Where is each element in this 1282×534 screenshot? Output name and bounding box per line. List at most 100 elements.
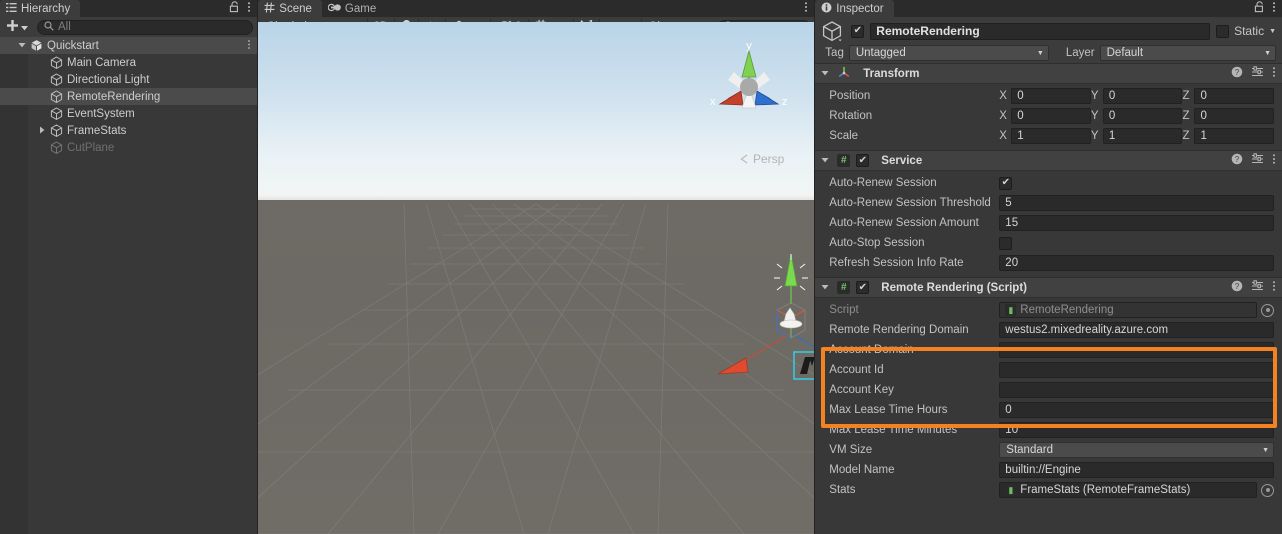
hierarchy-item-remoterendering[interactable]: RemoteRendering <box>0 88 258 105</box>
scene-panel: Scene Game y x z Persp <box>258 0 815 534</box>
auto-renew-session-threshold-input[interactable]: 5 <box>999 195 1275 211</box>
component-header-transform[interactable]: Transform? <box>815 63 1282 84</box>
scale-z-input[interactable]: 1 <box>1194 128 1275 144</box>
hierarchy-search-placeholder: All <box>58 21 71 33</box>
position-x-input[interactable]: 0 <box>1011 88 1091 104</box>
help-icon[interactable]: ? <box>1231 280 1243 295</box>
script-value: RemoteRendering <box>1020 304 1114 316</box>
perspective-mode-label[interactable]: Persp <box>740 152 784 166</box>
vm-size-value: Standard <box>1006 444 1053 456</box>
hierarchy-tabbar-actions <box>229 0 257 17</box>
more-menu-icon[interactable] <box>804 1 808 16</box>
hierarchy-item-framestats[interactable]: FrameStats <box>0 122 257 139</box>
create-object-button[interactable] <box>4 19 30 35</box>
property-label: Scale <box>829 130 859 142</box>
static-label: Static <box>1234 24 1265 38</box>
model-name-input[interactable]: builtin://Engine <box>999 462 1275 478</box>
hierarchy-item-quickstart[interactable]: Quickstart <box>0 37 258 54</box>
static-toggle-group[interactable]: ✔ Static ▼ <box>1216 24 1276 38</box>
rotation-x-input[interactable]: 0 <box>1011 108 1091 124</box>
help-icon[interactable]: ? <box>1231 66 1243 81</box>
component-menu-icon[interactable] <box>1272 66 1276 81</box>
stats-object-field[interactable]: ▮ FrameStats (RemoteFrameStats) <box>999 482 1258 498</box>
auto-stop-session-checkbox[interactable]: ✔ <box>999 236 1013 250</box>
tab-scene[interactable]: Scene <box>258 0 322 17</box>
hierarchy-item-cutplane[interactable]: CutPlane <box>0 139 257 156</box>
tab-hierarchy[interactable]: Hierarchy <box>0 0 81 17</box>
foldout-arrow[interactable] <box>821 156 831 166</box>
gamepad-icon <box>327 3 341 15</box>
account-domain-input[interactable] <box>999 342 1275 358</box>
position-z-input[interactable]: 0 <box>1194 88 1275 104</box>
foldout-arrow[interactable] <box>821 69 831 79</box>
svg-text:?: ? <box>1235 282 1240 291</box>
chevron-down-icon <box>21 20 28 34</box>
scene-context-menu-icon[interactable] <box>247 39 257 53</box>
axis-z-label: Z <box>1182 90 1190 102</box>
gameobject-active-checkbox[interactable]: ✔ <box>851 24 865 38</box>
foldout-arrow[interactable] <box>15 41 28 51</box>
auto-renew-session-checkbox[interactable]: ✔ <box>999 176 1013 190</box>
vm-size-dropdown[interactable]: Standard ▼ <box>999 442 1275 458</box>
scale-x-input[interactable]: 1 <box>1011 128 1091 144</box>
lock-icon[interactable] <box>1254 1 1265 16</box>
max-lease-time-minutes-input[interactable]: 10 <box>999 422 1275 438</box>
more-menu-icon[interactable] <box>1272 1 1276 16</box>
component-body: Auto-Renew Session ✔ Auto-Renew Session Th… <box>815 171 1282 277</box>
more-menu-icon <box>1273 154 1276 164</box>
scene-tabbar: Scene Game <box>258 0 815 17</box>
object-picker-icon[interactable] <box>1261 483 1275 497</box>
property-label: Max Lease Time Hours <box>829 404 948 416</box>
chevron-down-icon[interactable]: ▼ <box>1269 28 1276 35</box>
component-enabled-checkbox[interactable]: ✔ <box>856 281 870 294</box>
account-id-input[interactable] <box>999 362 1275 378</box>
scale-y-input[interactable]: 1 <box>1102 128 1183 144</box>
tag-dropdown[interactable]: Untagged ▼ <box>848 45 1049 61</box>
component-menu-icon[interactable] <box>1272 280 1276 295</box>
scene-tabbar-actions <box>804 0 814 17</box>
max-lease-time-hours-input[interactable]: 0 <box>999 402 1275 418</box>
preset-icon[interactable] <box>1251 153 1264 168</box>
more-menu-icon[interactable] <box>247 1 251 16</box>
preset-icon[interactable] <box>1251 280 1264 295</box>
component-menu-icon[interactable] <box>1272 153 1276 168</box>
layer-dropdown[interactable]: Default ▼ <box>1099 45 1277 61</box>
position-y-input[interactable]: 0 <box>1102 88 1183 104</box>
hierarchy-search-input[interactable]: All <box>37 19 254 35</box>
property-label: Remote Rendering Domain <box>829 324 969 336</box>
component-header-remote-rendering-script[interactable]: # ✔ Remote Rendering (Script)? <box>815 277 1282 298</box>
help-icon[interactable]: ? <box>1231 153 1243 168</box>
scene-orientation-gizmo[interactable]: y x z <box>694 32 804 142</box>
component-header-service[interactable]: # ✔ Service? <box>815 150 1282 171</box>
rotation-z-input[interactable]: 0 <box>1194 108 1275 124</box>
component-title: Remote Rendering (Script) <box>881 281 1027 294</box>
hierarchy-item-directional-light[interactable]: Directional Light <box>0 71 257 88</box>
property-label: Account Id <box>829 364 884 376</box>
foldout-arrow[interactable] <box>821 283 831 293</box>
tag-value: Untagged <box>855 47 906 59</box>
component-enabled-checkbox[interactable]: ✔ <box>856 154 870 167</box>
tab-game[interactable]: Game <box>321 0 387 17</box>
unity-editor-window: Hierarchy All Quickstart Main Camera Dir… <box>0 0 1282 534</box>
rotation-y-input[interactable]: 0 <box>1102 108 1183 124</box>
static-checkbox[interactable]: ✔ <box>1216 24 1230 38</box>
scene-viewport[interactable]: y x z Persp <box>258 22 815 534</box>
foldout-arrow[interactable] <box>35 126 48 136</box>
property-remote-rendering-domain: Remote Rendering Domain westus2.mixedreal… <box>815 320 1282 340</box>
hierarchy-item-main-camera[interactable]: Main Camera <box>0 54 257 71</box>
remote-rendering-domain-input[interactable]: westus2.mixedreality.azure.com <box>999 322 1275 338</box>
script-object-field[interactable]: ▮ RemoteRendering <box>999 302 1258 318</box>
axis-x-label: X <box>999 110 1007 122</box>
preset-icon <box>1252 153 1264 164</box>
preset-icon[interactable] <box>1251 66 1264 81</box>
account-key-input[interactable] <box>999 382 1275 398</box>
lock-icon[interactable] <box>229 1 240 16</box>
gameobject-name-input[interactable]: RemoteRendering <box>870 22 1211 40</box>
refresh-session-info-rate-input[interactable]: 20 <box>999 255 1275 271</box>
hierarchy-item-eventsystem[interactable]: EventSystem <box>0 105 257 122</box>
object-picker-icon[interactable] <box>1261 303 1275 317</box>
property-label: Position <box>829 90 871 102</box>
tab-inspector[interactable]: Inspector <box>815 0 894 17</box>
auto-renew-session-amount-input[interactable]: 15 <box>999 215 1275 231</box>
script-asset-icon: ▮ <box>1005 304 1017 316</box>
